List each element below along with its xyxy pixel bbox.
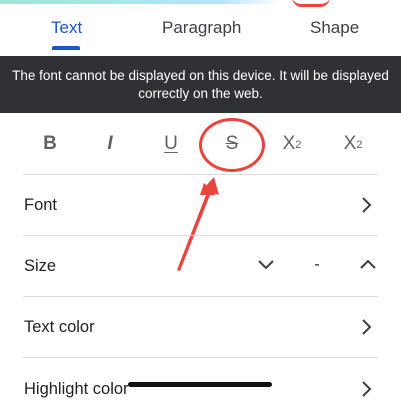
italic-button[interactable]: I [94,130,126,158]
size-value: - [314,256,320,273]
subscript-button[interactable]: X2 [337,130,369,158]
text-color-label: Text color [24,318,95,336]
font-warning-toast: The font cannot be displayed on this dev… [0,56,401,113]
chevron-right-icon [362,197,372,213]
home-indicator[interactable] [128,382,272,387]
size-row: Size - [0,236,401,297]
font-label: Font [24,196,58,214]
chevron-down-icon[interactable] [256,254,276,274]
superscript-letter: X [282,133,296,154]
divider [23,357,378,358]
subscript-letter: X [343,133,357,154]
tab-paragraph[interactable]: Paragraph [162,16,241,40]
superscript-mark: 2 [295,139,302,151]
underline-button[interactable]: U [155,130,187,158]
highlight-color-row[interactable]: Highlight color [0,359,401,420]
tab-text[interactable]: Text [51,16,82,40]
tab-shape[interactable]: Shape [310,16,359,40]
chevron-up-icon[interactable] [358,254,378,274]
font-row[interactable]: Font [0,175,401,236]
annotation-circle [199,118,265,172]
highlight-color-label: Highlight color [24,380,129,398]
size-label: Size [24,257,57,275]
bold-button[interactable]: B [34,130,66,158]
tab-bar: Text Paragraph Shape [0,0,401,52]
toast-message: The font cannot be displayed on this dev… [12,67,389,101]
subscript-mark: 2 [356,139,363,151]
chevron-right-icon [362,381,372,397]
superscript-button[interactable]: X2 [276,130,308,158]
active-tab-indicator [52,46,80,50]
text-color-row[interactable]: Text color [0,297,401,358]
chevron-right-icon [362,319,372,335]
